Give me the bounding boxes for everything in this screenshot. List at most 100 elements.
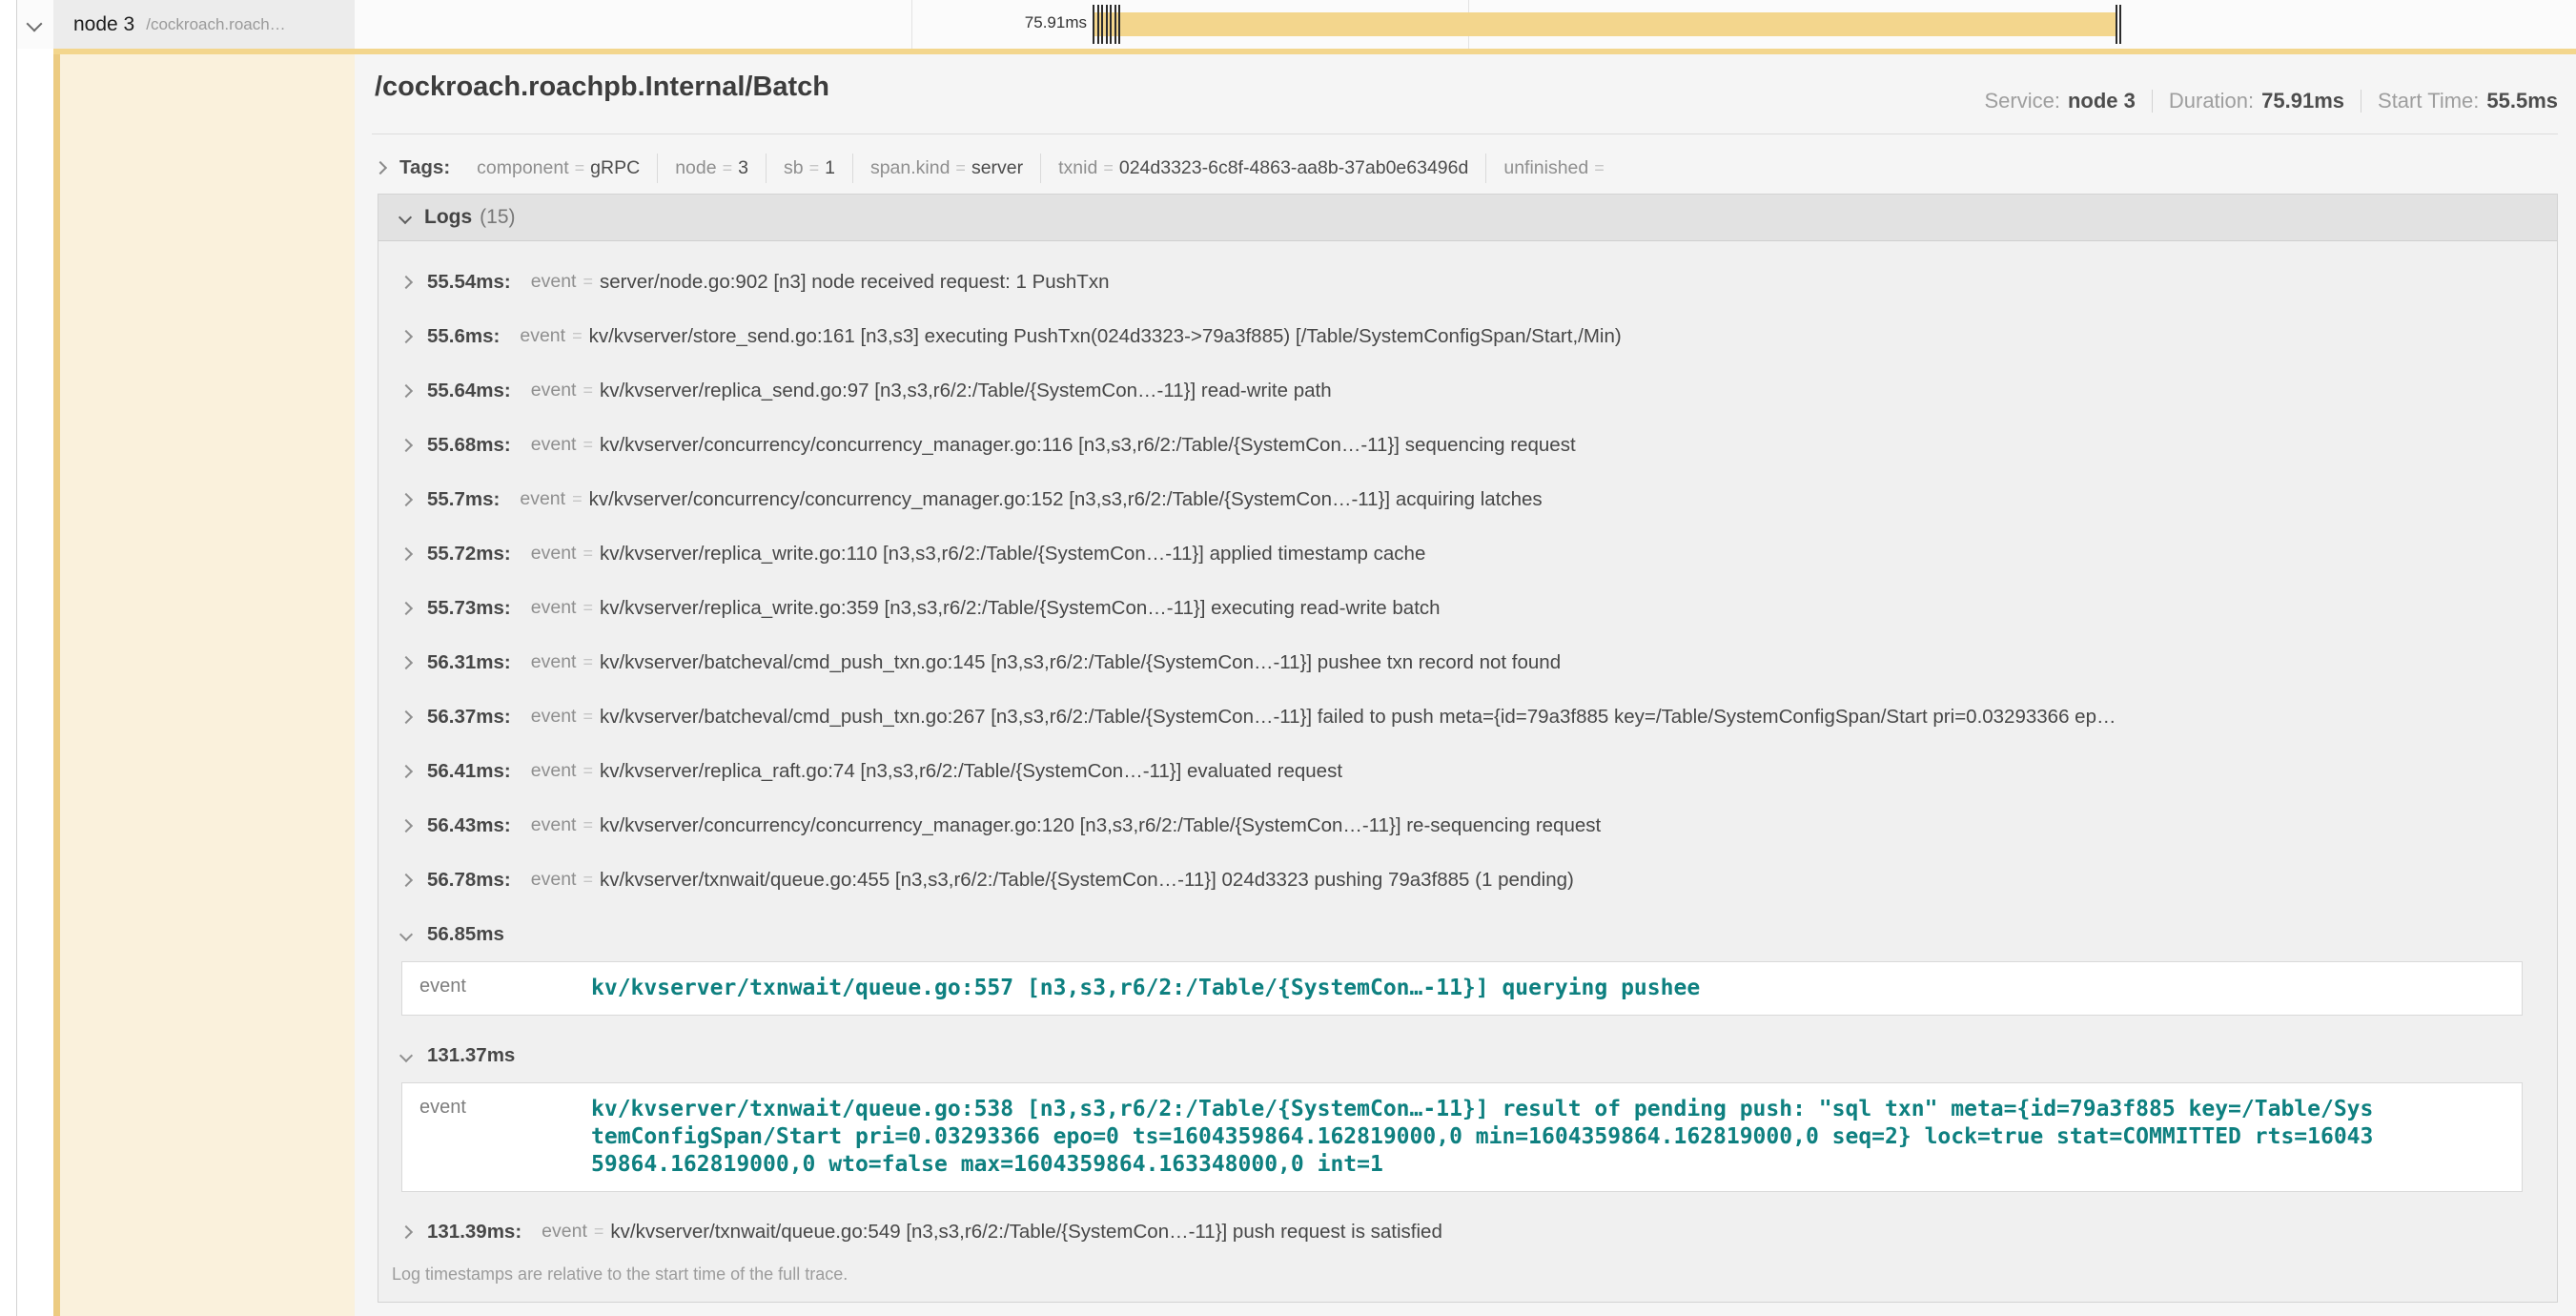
log-row[interactable]: 56.78ms:event=kv/kvserver/txnwait/queue.… [390,853,2544,907]
log-row-expanded-header[interactable]: 56.85ms [390,907,2544,961]
log-timestamp: 56.85ms [427,923,504,946]
equals-sign: = [583,380,593,401]
chevron-right-icon[interactable] [399,709,413,723]
start-time-label: Start Time: [2378,89,2479,113]
chevron-right-icon[interactable] [399,1224,413,1238]
chevron-down-icon[interactable] [399,927,413,940]
log-timestamp: 56.31ms: [427,651,511,674]
equals-sign: = [1594,158,1605,178]
span-timeline-row[interactable]: node 3 /cockroach.roach… 75.91ms [17,0,2576,49]
log-field-key: event [520,325,565,347]
log-timestamp: 55.73ms: [427,597,511,620]
equals-sign: = [583,815,593,835]
span-detail-title: /cockroach.roachpb.Internal/Batch [375,72,829,103]
tag-item: txnid =024d3323-6c8f-4863-aa8b-37ab0e6349… [1040,154,1485,183]
equals-sign: = [583,598,593,618]
span-operation-name: /cockroach.roach… [146,15,285,34]
log-row[interactable]: 56.31ms:event=kv/kvserver/batcheval/cmd_… [390,635,2544,689]
tag-key: unfinished [1503,157,1588,179]
log-row[interactable]: 55.73ms: event = kv/kvserver/replica_write.… [390,581,2544,635]
log-row[interactable]: 55.6ms:event=kv/kvserver/store_send.go:1… [390,309,2544,363]
tags-chevron-right-icon[interactable] [374,161,387,175]
equals-sign: = [583,870,593,890]
span-detail-panel: /cockroach.roachpb.Internal/Batch Servic… [355,54,2576,1316]
span-name-tab[interactable]: node 3 /cockroach.roach… [53,0,355,49]
chevron-right-icon[interactable] [399,275,413,288]
log-row[interactable]: 55.72ms:event=kv/kvserver/replica_write.… [390,526,2544,581]
log-field-key: event [531,543,577,565]
log-field-key: event [531,271,577,293]
tags-toggle-row[interactable]: Tags: component=gRPCnode=3sb=1span.kind=… [376,147,1627,189]
chevron-right-icon[interactable] [399,546,413,560]
equals-sign: = [583,707,593,727]
chevron-down-icon[interactable] [399,1048,413,1061]
log-row[interactable]: 56.37ms:event=kv/kvserver/batcheval/cmd_… [390,689,2544,744]
tag-item: sb=1 [766,154,852,183]
tag-item: node=3 [657,154,766,183]
chevron-right-icon[interactable] [399,492,413,505]
log-message: kv/kvserver/batcheval/cmd_push_txn.go:14… [600,651,2544,674]
tag-key: component [477,157,568,179]
tag-value: 3 [738,157,748,179]
chevron-right-icon[interactable] [399,655,413,668]
log-detail-table: eventkv/kvserver/txnwait/queue.go:538 [n… [401,1082,2523,1192]
chevron-right-icon[interactable] [399,601,413,614]
log-row[interactable]: 56.43ms:event=kv/kvserver/concurrency/co… [390,798,2544,853]
chevron-right-icon[interactable] [399,764,413,777]
collapse-span-chevron-down-icon[interactable] [27,16,43,32]
log-message: kv/kvserver/txnwait/queue.go:549 [n3,s3,… [610,1221,2544,1244]
log-timestamp: 55.6ms: [427,325,500,348]
logs-header[interactable]: Logs (15) [378,195,2557,241]
log-field-key: event [531,706,577,728]
log-field-key: event [402,1083,591,1191]
log-row[interactable]: 55.7ms:event=kv/kvserver/concurrency/con… [390,472,2544,526]
tag-key: txnid [1058,157,1097,179]
log-row[interactable]: 55.54ms:event=server/node.go:902 [n3] no… [390,255,2544,309]
log-message: kv/kvserver/txnwait/queue.go:455 [n3,s3,… [600,869,2544,892]
log-tick [1093,5,1094,44]
tag-value: server [971,157,1023,179]
span-duration-bar[interactable] [1093,12,2117,36]
log-message: kv/kvserver/concurrency/concurrency_mana… [600,814,2544,837]
tag-value: 024d3323-6c8f-4863-aa8b-37ab0e63496d [1119,157,1469,179]
span-duration-label: 75.91ms [953,13,1087,32]
timeline-gridline [911,0,912,49]
log-tick [1110,5,1112,44]
log-row-expanded-header[interactable]: 131.37ms [390,1028,2544,1082]
equals-sign: = [723,158,733,178]
log-tick [2116,5,2117,44]
log-field-key: event [531,869,577,891]
log-message: kv/kvserver/batcheval/cmd_push_txn.go:26… [600,706,2544,729]
log-timestamp: 55.68ms: [427,434,511,457]
log-message: kv/kvserver/replica_write.go:359 [n3,s3,… [600,597,2544,620]
span-overview: Service: node 3 Duration: 75.91ms Start … [1984,89,2558,113]
log-row[interactable]: 55.64ms:event=kv/kvserver/replica_send.g… [390,363,2544,418]
equals-sign: = [572,489,583,509]
span-service-name: node 3 [73,13,134,36]
span-indent-tint [60,54,355,1316]
chevron-right-icon[interactable] [399,329,413,342]
log-row[interactable]: 56.41ms:event=kv/kvserver/replica_raft.g… [390,744,2544,798]
chevron-right-icon[interactable] [399,818,413,832]
tag-list: component=gRPCnode=3sb=1span.kind=server… [460,154,1627,183]
log-field-key: event [531,597,577,619]
log-field-value: kv/kvserver/txnwait/queue.go:557 [n3,s3,… [591,962,2383,1015]
log-row[interactable]: 55.68ms:event=kv/kvserver/concurrency/co… [390,418,2544,472]
gutter-divider [16,0,17,1316]
log-timestamp: 56.43ms: [427,814,511,837]
log-field-key: event [531,760,577,782]
equals-sign: = [1103,158,1114,178]
chevron-right-icon[interactable] [399,383,413,397]
logs-section: Logs (15) 55.54ms:event=server/node.go:9… [378,194,2558,1303]
log-row[interactable]: 131.39ms:event=kv/kvserver/txnwait/queue… [390,1204,2544,1259]
chevron-right-icon[interactable] [399,873,413,886]
log-timestamp: 55.64ms: [427,380,511,402]
start-time-value: 55.5ms [2486,89,2558,113]
tag-value: 1 [825,157,835,179]
chevron-right-icon[interactable] [399,438,413,451]
log-field-key: event [542,1221,587,1243]
logs-chevron-down-icon[interactable] [399,211,412,224]
log-field-key: event [531,380,577,401]
log-timestamp: 131.39ms: [427,1221,521,1244]
tag-item: span.kind=server [852,154,1040,183]
